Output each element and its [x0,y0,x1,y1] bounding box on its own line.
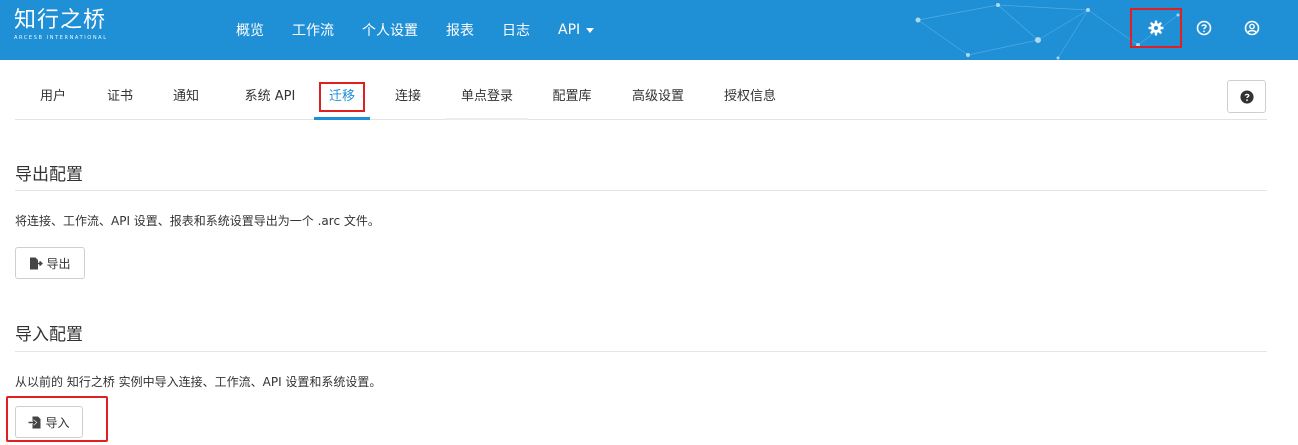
import-description: 从以前的 知行之桥 实例中导入连接、工作流、API 设置和系统设置。 [15,375,382,389]
tab-label: 单点登录 [460,89,513,104]
tab-sso[interactable]: 单点登录 [446,78,528,120]
divider [15,351,1267,352]
main-nav: 概览 工作流 个人设置 报表 日志 API [222,0,608,60]
tab-advanced-settings[interactable]: 高级设置 [620,78,696,120]
tab-label: 连接 [394,89,421,104]
chevron-down-icon [586,27,595,33]
top-navbar: 知行之桥 ARCESB INTERNATIONAL 概览 工作流 个人设置 报表… [0,0,1298,60]
nav-workflow[interactable]: 工作流 [278,20,348,40]
logo-text: 知行之桥 [14,8,107,33]
tab-license-info[interactable]: 授权信息 [712,78,788,120]
page-help-button[interactable] [1227,80,1266,113]
tab-label: 迁移 [318,82,365,112]
import-section-title: 导入配置 [15,325,83,345]
file-export-icon [30,257,44,269]
tab-label: 系统 API [244,89,296,104]
export-description: 将连接、工作流、API 设置、报表和系统设置导出为一个 .arc 文件。 [15,214,380,228]
file-import-icon [28,416,41,428]
nav-api-dropdown[interactable]: API [544,22,608,38]
import-button[interactable]: 导入 [15,406,83,438]
settings-button[interactable] [1130,8,1182,48]
tab-users[interactable]: 用户 [28,78,78,120]
divider [15,190,1267,191]
help-button[interactable] [1180,10,1228,46]
tab-migration[interactable]: 迁移 [314,78,370,120]
tab-connections[interactable]: 连接 [383,78,433,120]
tab-label: 证书 [106,89,133,104]
tab-label: 用户 [39,89,66,104]
tab-label: 高级设置 [631,89,684,104]
export-button[interactable]: 导出 [15,247,85,279]
settings-tabs: 用户 证书 通知 系统 API 迁移 连接 单点登录 配置库 高级设置 授权信息 [15,78,1267,120]
nav-reports[interactable]: 报表 [432,20,488,40]
user-menu-button[interactable] [1228,10,1276,46]
export-section-title: 导出配置 [15,165,83,185]
gear-icon [1148,20,1164,36]
tab-label: 配置库 [552,89,592,104]
export-button-label: 导出 [46,256,71,271]
tab-system-api[interactable]: 系统 API [227,78,313,120]
nav-api-label: API [558,22,581,38]
user-circle-icon [1244,20,1260,36]
nav-icons [1130,8,1276,48]
question-circle-icon [1196,20,1212,36]
import-button-label: 导入 [45,415,70,430]
question-circle-icon [1239,89,1254,104]
logo[interactable]: 知行之桥 ARCESB INTERNATIONAL [14,8,124,52]
tab-certificates[interactable]: 证书 [95,78,145,120]
tab-label: 通知 [172,89,199,104]
nav-overview[interactable]: 概览 [222,20,278,40]
tab-config-repository[interactable]: 配置库 [542,78,602,120]
nav-logs[interactable]: 日志 [488,20,544,40]
logo-subtext: ARCESB INTERNATIONAL [14,35,108,41]
tab-label: 授权信息 [723,89,776,104]
tab-notifications[interactable]: 通知 [161,78,211,120]
nav-personal-settings[interactable]: 个人设置 [348,20,432,40]
